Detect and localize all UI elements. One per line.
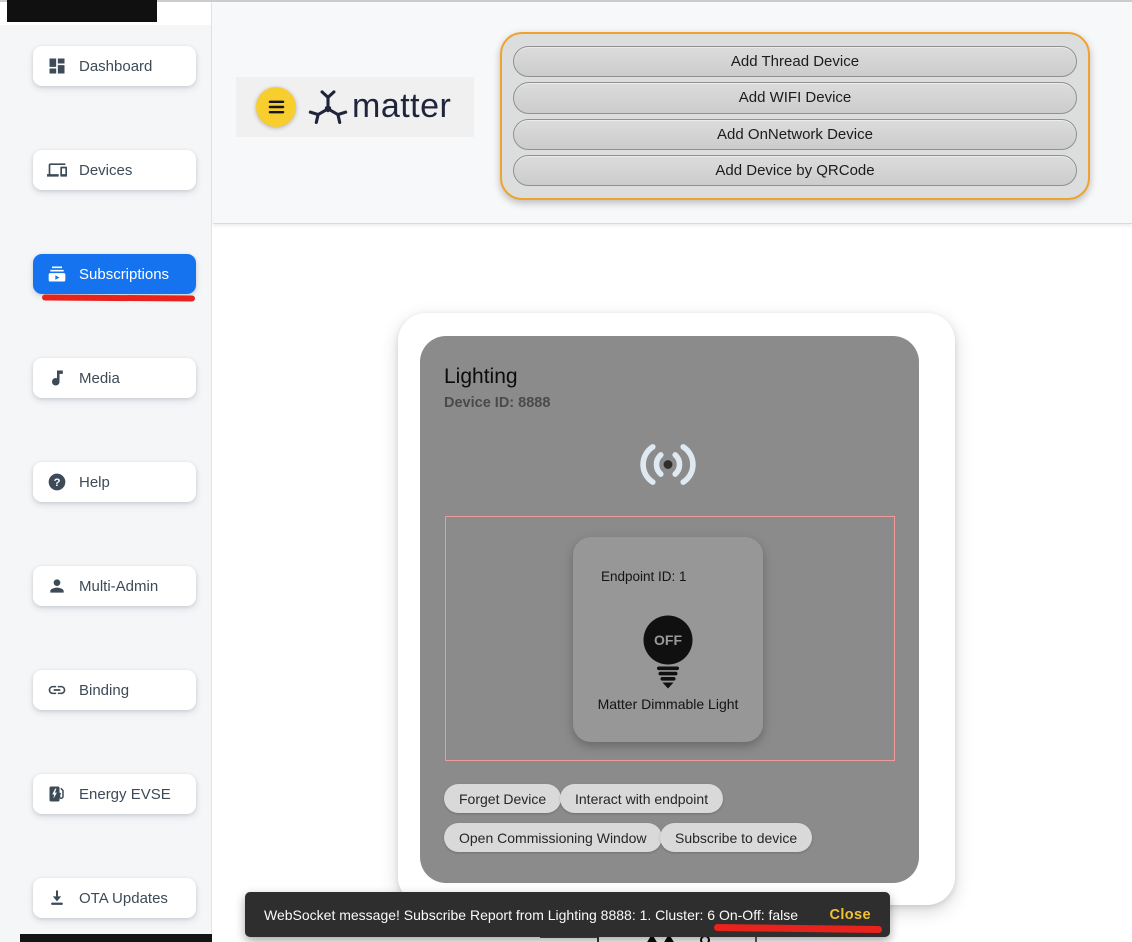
ev-station-icon — [47, 784, 67, 804]
add-wifi-device-button[interactable]: Add WIFI Device — [513, 82, 1077, 113]
subscriptions-icon — [47, 264, 67, 284]
brand-wordmark: matter — [352, 77, 451, 137]
occluding-black-bar-top — [7, 0, 157, 22]
sidebar-item-ota-updates[interactable]: OTA Updates — [33, 878, 196, 918]
occluding-black-bar-bottom — [20, 934, 212, 942]
sidebar-item-media[interactable]: Media — [33, 358, 196, 398]
download-icon — [47, 888, 67, 908]
svg-text:?: ? — [54, 477, 61, 489]
add-device-panel: Add Thread Device Add WIFI Device Add On… — [500, 32, 1090, 200]
devices-icon — [47, 160, 67, 180]
help-icon: ? — [47, 472, 67, 492]
sidebar-item-energy-evse[interactable]: Energy EVSE — [33, 774, 196, 814]
link-icon — [47, 680, 67, 700]
add-thread-device-button[interactable]: Add Thread Device — [513, 46, 1077, 77]
endpoint-device-type: Matter Dimmable Light — [573, 696, 763, 712]
snackbar-close-button[interactable]: Close — [830, 907, 872, 923]
sidebar-item-label: Binding — [79, 682, 129, 699]
sidebar-item-help[interactable]: ? Help — [33, 462, 196, 502]
endpoint-id-label: Endpoint ID: 1 — [601, 569, 687, 584]
add-device-by-qrcode-button[interactable]: Add Device by QRCode — [513, 155, 1077, 186]
device-title: Lighting — [444, 365, 518, 389]
sidebar-item-dashboard[interactable]: Dashboard — [33, 46, 196, 86]
person-icon — [47, 576, 67, 596]
sidebar-item-label: Dashboard — [79, 58, 152, 75]
light-bulb-off-icon: OFF — [640, 615, 696, 691]
sidebar-item-label: Energy EVSE — [79, 786, 171, 803]
bulb-state-text: OFF — [654, 632, 682, 648]
sidebar-item-label: Devices — [79, 162, 132, 179]
add-onnetwork-device-button[interactable]: Add OnNetwork Device — [513, 119, 1077, 150]
sidebar-item-binding[interactable]: Binding — [33, 670, 196, 710]
forget-device-button[interactable]: Forget Device — [444, 784, 561, 813]
subscribe-to-device-button[interactable]: Subscribe to device — [660, 823, 812, 852]
open-commissioning-window-button[interactable]: Open Commissioning Window — [444, 823, 662, 852]
app-screen: Dashboard Devices Subscriptions Media ? … — [0, 0, 1132, 942]
sidebar-item-label: Multi-Admin — [79, 578, 158, 595]
signal-icon — [628, 438, 708, 491]
sidebar-item-devices[interactable]: Devices — [33, 150, 196, 190]
menu-button[interactable] — [256, 87, 296, 127]
sidebar-item-label: OTA Updates — [79, 890, 168, 907]
sidebar-item-subscriptions[interactable]: Subscriptions — [33, 254, 196, 294]
hamburger-icon — [267, 99, 286, 115]
matter-logo-icon — [306, 85, 350, 129]
snackbar-message: WebSocket message! Subscribe Report from… — [264, 907, 798, 923]
sidebar-item-label: Help — [79, 474, 110, 491]
sidebar-item-multi-admin[interactable]: Multi-Admin — [33, 566, 196, 606]
dashboard-icon — [47, 56, 67, 76]
sidebar-item-label: Media — [79, 370, 120, 387]
music-note-icon — [47, 368, 67, 388]
red-annotation-underline-subscriptions — [42, 294, 195, 301]
device-id: Device ID: 8888 — [444, 395, 550, 411]
sidebar-item-label: Subscriptions — [79, 266, 169, 283]
interact-with-endpoint-button[interactable]: Interact with endpoint — [560, 784, 723, 813]
